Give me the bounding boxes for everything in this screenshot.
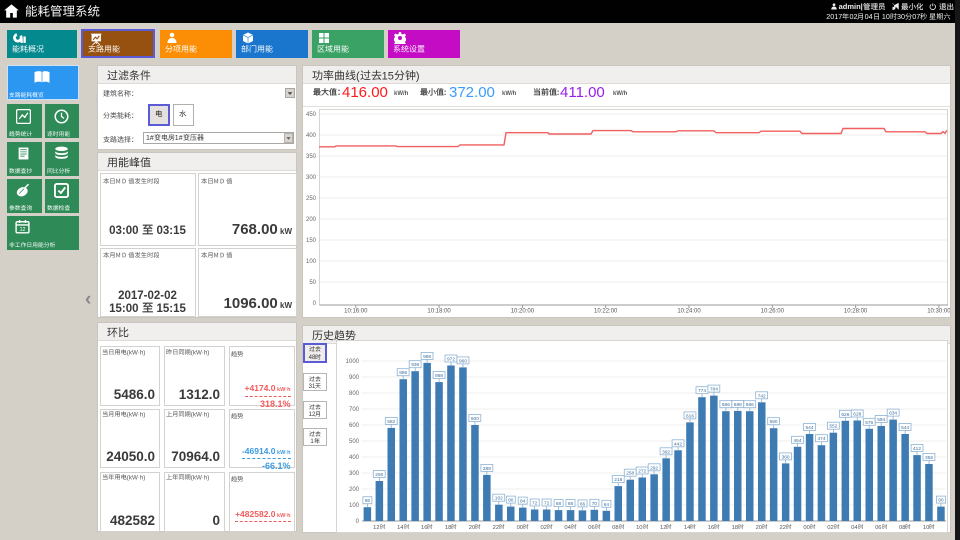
svg-text:100: 100 — [349, 503, 360, 509]
svg-text:150: 150 — [306, 238, 317, 244]
svg-text:10:22:00: 10:22:00 — [594, 309, 618, 315]
svg-text:360: 360 — [782, 454, 790, 460]
svg-text:868: 868 — [435, 373, 443, 379]
svg-text:250: 250 — [306, 196, 317, 202]
svg-text:400: 400 — [349, 455, 360, 461]
svg-text:600: 600 — [471, 416, 479, 422]
svg-text:200: 200 — [349, 487, 360, 493]
svg-text:250: 250 — [375, 472, 383, 478]
svg-text:84: 84 — [520, 499, 526, 505]
svg-text:66: 66 — [580, 501, 586, 507]
svg-text:50: 50 — [309, 280, 316, 286]
svg-text:686: 686 — [722, 402, 730, 408]
svg-text:576: 576 — [865, 420, 873, 426]
svg-text:442: 442 — [674, 441, 682, 447]
svg-text:392: 392 — [662, 449, 670, 455]
svg-text:356: 356 — [925, 455, 933, 461]
svg-text:544: 544 — [901, 425, 909, 431]
svg-text:12: 12 — [20, 227, 26, 233]
svg-text:292: 292 — [650, 465, 658, 471]
svg-text:272: 272 — [638, 469, 646, 475]
svg-text:90: 90 — [508, 498, 514, 504]
svg-text:70: 70 — [592, 501, 598, 507]
svg-text:1000: 1000 — [346, 359, 360, 365]
svg-text:580: 580 — [770, 419, 778, 425]
svg-text:886: 886 — [399, 370, 407, 376]
svg-text:0: 0 — [313, 301, 317, 307]
svg-text:102: 102 — [495, 496, 503, 502]
svg-text:258: 258 — [626, 471, 634, 477]
svg-text:68: 68 — [556, 501, 562, 507]
svg-text:600: 600 — [349, 423, 360, 429]
svg-text:10:18:00: 10:18:00 — [427, 309, 451, 315]
svg-text:628: 628 — [853, 412, 861, 418]
svg-text:784: 784 — [710, 387, 718, 393]
svg-text:10:24:00: 10:24:00 — [677, 309, 701, 315]
svg-text:10:30:00: 10:30:00 — [927, 309, 950, 315]
svg-text:412: 412 — [913, 446, 921, 452]
svg-text:218: 218 — [614, 477, 622, 483]
svg-text:742: 742 — [758, 393, 766, 399]
svg-text:200: 200 — [306, 217, 317, 223]
svg-text:100: 100 — [306, 259, 317, 265]
svg-text:800: 800 — [349, 391, 360, 397]
svg-text:960: 960 — [459, 358, 467, 364]
svg-text:10:26:00: 10:26:00 — [761, 309, 785, 315]
svg-text:936: 936 — [411, 362, 419, 368]
svg-text:400: 400 — [306, 133, 317, 139]
svg-text:10:16:00: 10:16:00 — [344, 309, 368, 315]
svg-text:288: 288 — [483, 466, 491, 472]
svg-text:686: 686 — [746, 402, 754, 408]
svg-text:350: 350 — [306, 154, 317, 160]
svg-text:688: 688 — [734, 402, 742, 408]
svg-text:544: 544 — [805, 425, 813, 431]
svg-text:300: 300 — [349, 471, 360, 477]
svg-text:900: 900 — [349, 375, 360, 381]
svg-text:634: 634 — [889, 411, 897, 417]
svg-text:72: 72 — [532, 501, 538, 507]
svg-text:464: 464 — [793, 438, 801, 444]
svg-text:700: 700 — [349, 407, 360, 413]
svg-text:552: 552 — [829, 424, 837, 430]
svg-text:450: 450 — [306, 112, 317, 118]
svg-text:10:28:00: 10:28:00 — [844, 309, 868, 315]
svg-text:10:20:00: 10:20:00 — [511, 309, 535, 315]
svg-text:300: 300 — [306, 175, 317, 181]
svg-text:582: 582 — [387, 419, 395, 425]
svg-text:474: 474 — [817, 436, 825, 442]
svg-text:616: 616 — [686, 413, 694, 419]
svg-text:988: 988 — [423, 354, 431, 360]
svg-text:90: 90 — [938, 498, 944, 504]
svg-text:86: 86 — [365, 498, 371, 504]
svg-text:64: 64 — [604, 502, 610, 508]
svg-text:72: 72 — [544, 501, 550, 507]
svg-text:68: 68 — [568, 501, 574, 507]
svg-text:774: 774 — [698, 388, 706, 394]
svg-text:594: 594 — [877, 417, 885, 423]
svg-text:626: 626 — [841, 412, 849, 418]
svg-text:972: 972 — [447, 357, 455, 363]
svg-text:500: 500 — [349, 439, 360, 445]
